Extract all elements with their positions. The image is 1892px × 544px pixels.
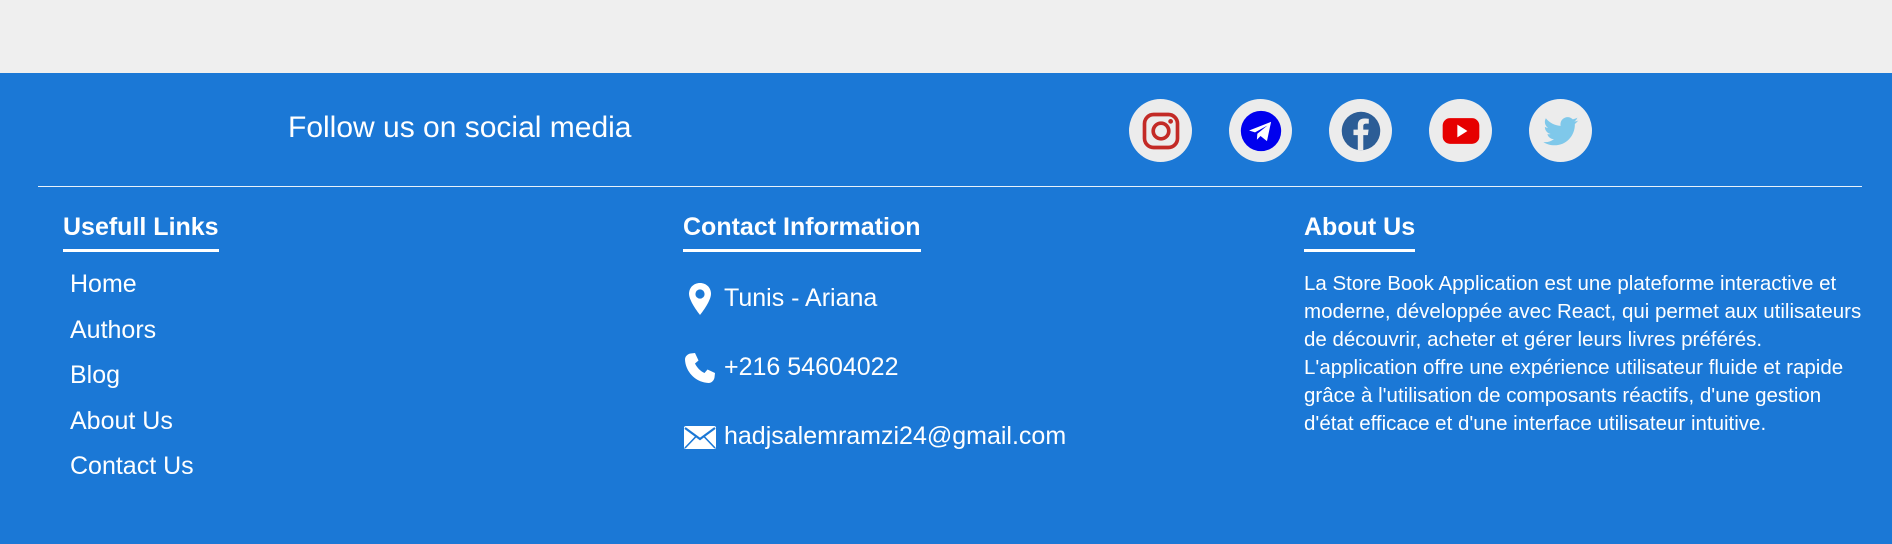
contact-section: Contact Information Tunis - Ariana +216 … xyxy=(683,213,1066,471)
useful-links-section: Usefull Links Home Authors Blog About Us… xyxy=(63,213,219,498)
telegram-button[interactable] xyxy=(1229,99,1292,162)
list-item: About Us xyxy=(70,407,219,453)
twitter-button[interactable] xyxy=(1529,99,1592,162)
social-links xyxy=(1129,99,1592,162)
contact-heading: Contact Information xyxy=(683,213,921,252)
link-authors[interactable]: Authors xyxy=(70,316,156,344)
youtube-button[interactable] xyxy=(1429,99,1492,162)
link-blog[interactable]: Blog xyxy=(70,361,120,389)
instagram-button[interactable] xyxy=(1129,99,1192,162)
useful-links-list: Home Authors Blog About Us Contact Us xyxy=(70,270,219,498)
location-text: Tunis - Ariana xyxy=(724,284,878,312)
about-description: La Store Book Application est une platef… xyxy=(1304,272,1862,435)
site-footer: Follow us on social media Usefull Links … xyxy=(0,73,1892,544)
list-item: Blog xyxy=(70,361,219,407)
twitter-icon xyxy=(1542,116,1578,145)
page-top-strip xyxy=(0,0,1892,73)
list-item: Contact Us xyxy=(70,452,219,498)
link-about-us[interactable]: About Us xyxy=(70,407,173,435)
contact-email: hadjsalemramzi24@gmail.com xyxy=(683,402,1066,471)
phone-text: +216 54604022 xyxy=(724,353,899,381)
facebook-button[interactable] xyxy=(1329,99,1392,162)
list-item: Authors xyxy=(70,316,219,362)
link-contact-us[interactable]: Contact Us xyxy=(70,452,194,480)
list-item: Home xyxy=(70,270,219,316)
useful-links-heading: Usefull Links xyxy=(63,213,219,252)
link-home[interactable]: Home xyxy=(70,270,137,298)
map-pin-icon xyxy=(689,282,711,315)
facebook-icon xyxy=(1341,111,1380,150)
envelope-icon xyxy=(684,425,716,449)
phone-icon xyxy=(685,352,715,383)
follow-title: Follow us on social media xyxy=(288,111,632,144)
contact-phone: +216 54604022 xyxy=(683,333,1066,402)
contact-location: Tunis - Ariana xyxy=(683,264,1066,333)
about-heading: About Us xyxy=(1304,213,1416,252)
about-section: About Us La Store Book Application est u… xyxy=(1304,213,1864,438)
telegram-icon xyxy=(1240,110,1281,151)
footer-divider xyxy=(38,186,1862,187)
email-text[interactable]: hadjsalemramzi24@gmail.com xyxy=(724,422,1066,451)
instagram-icon xyxy=(1142,112,1179,149)
youtube-icon xyxy=(1442,117,1479,144)
